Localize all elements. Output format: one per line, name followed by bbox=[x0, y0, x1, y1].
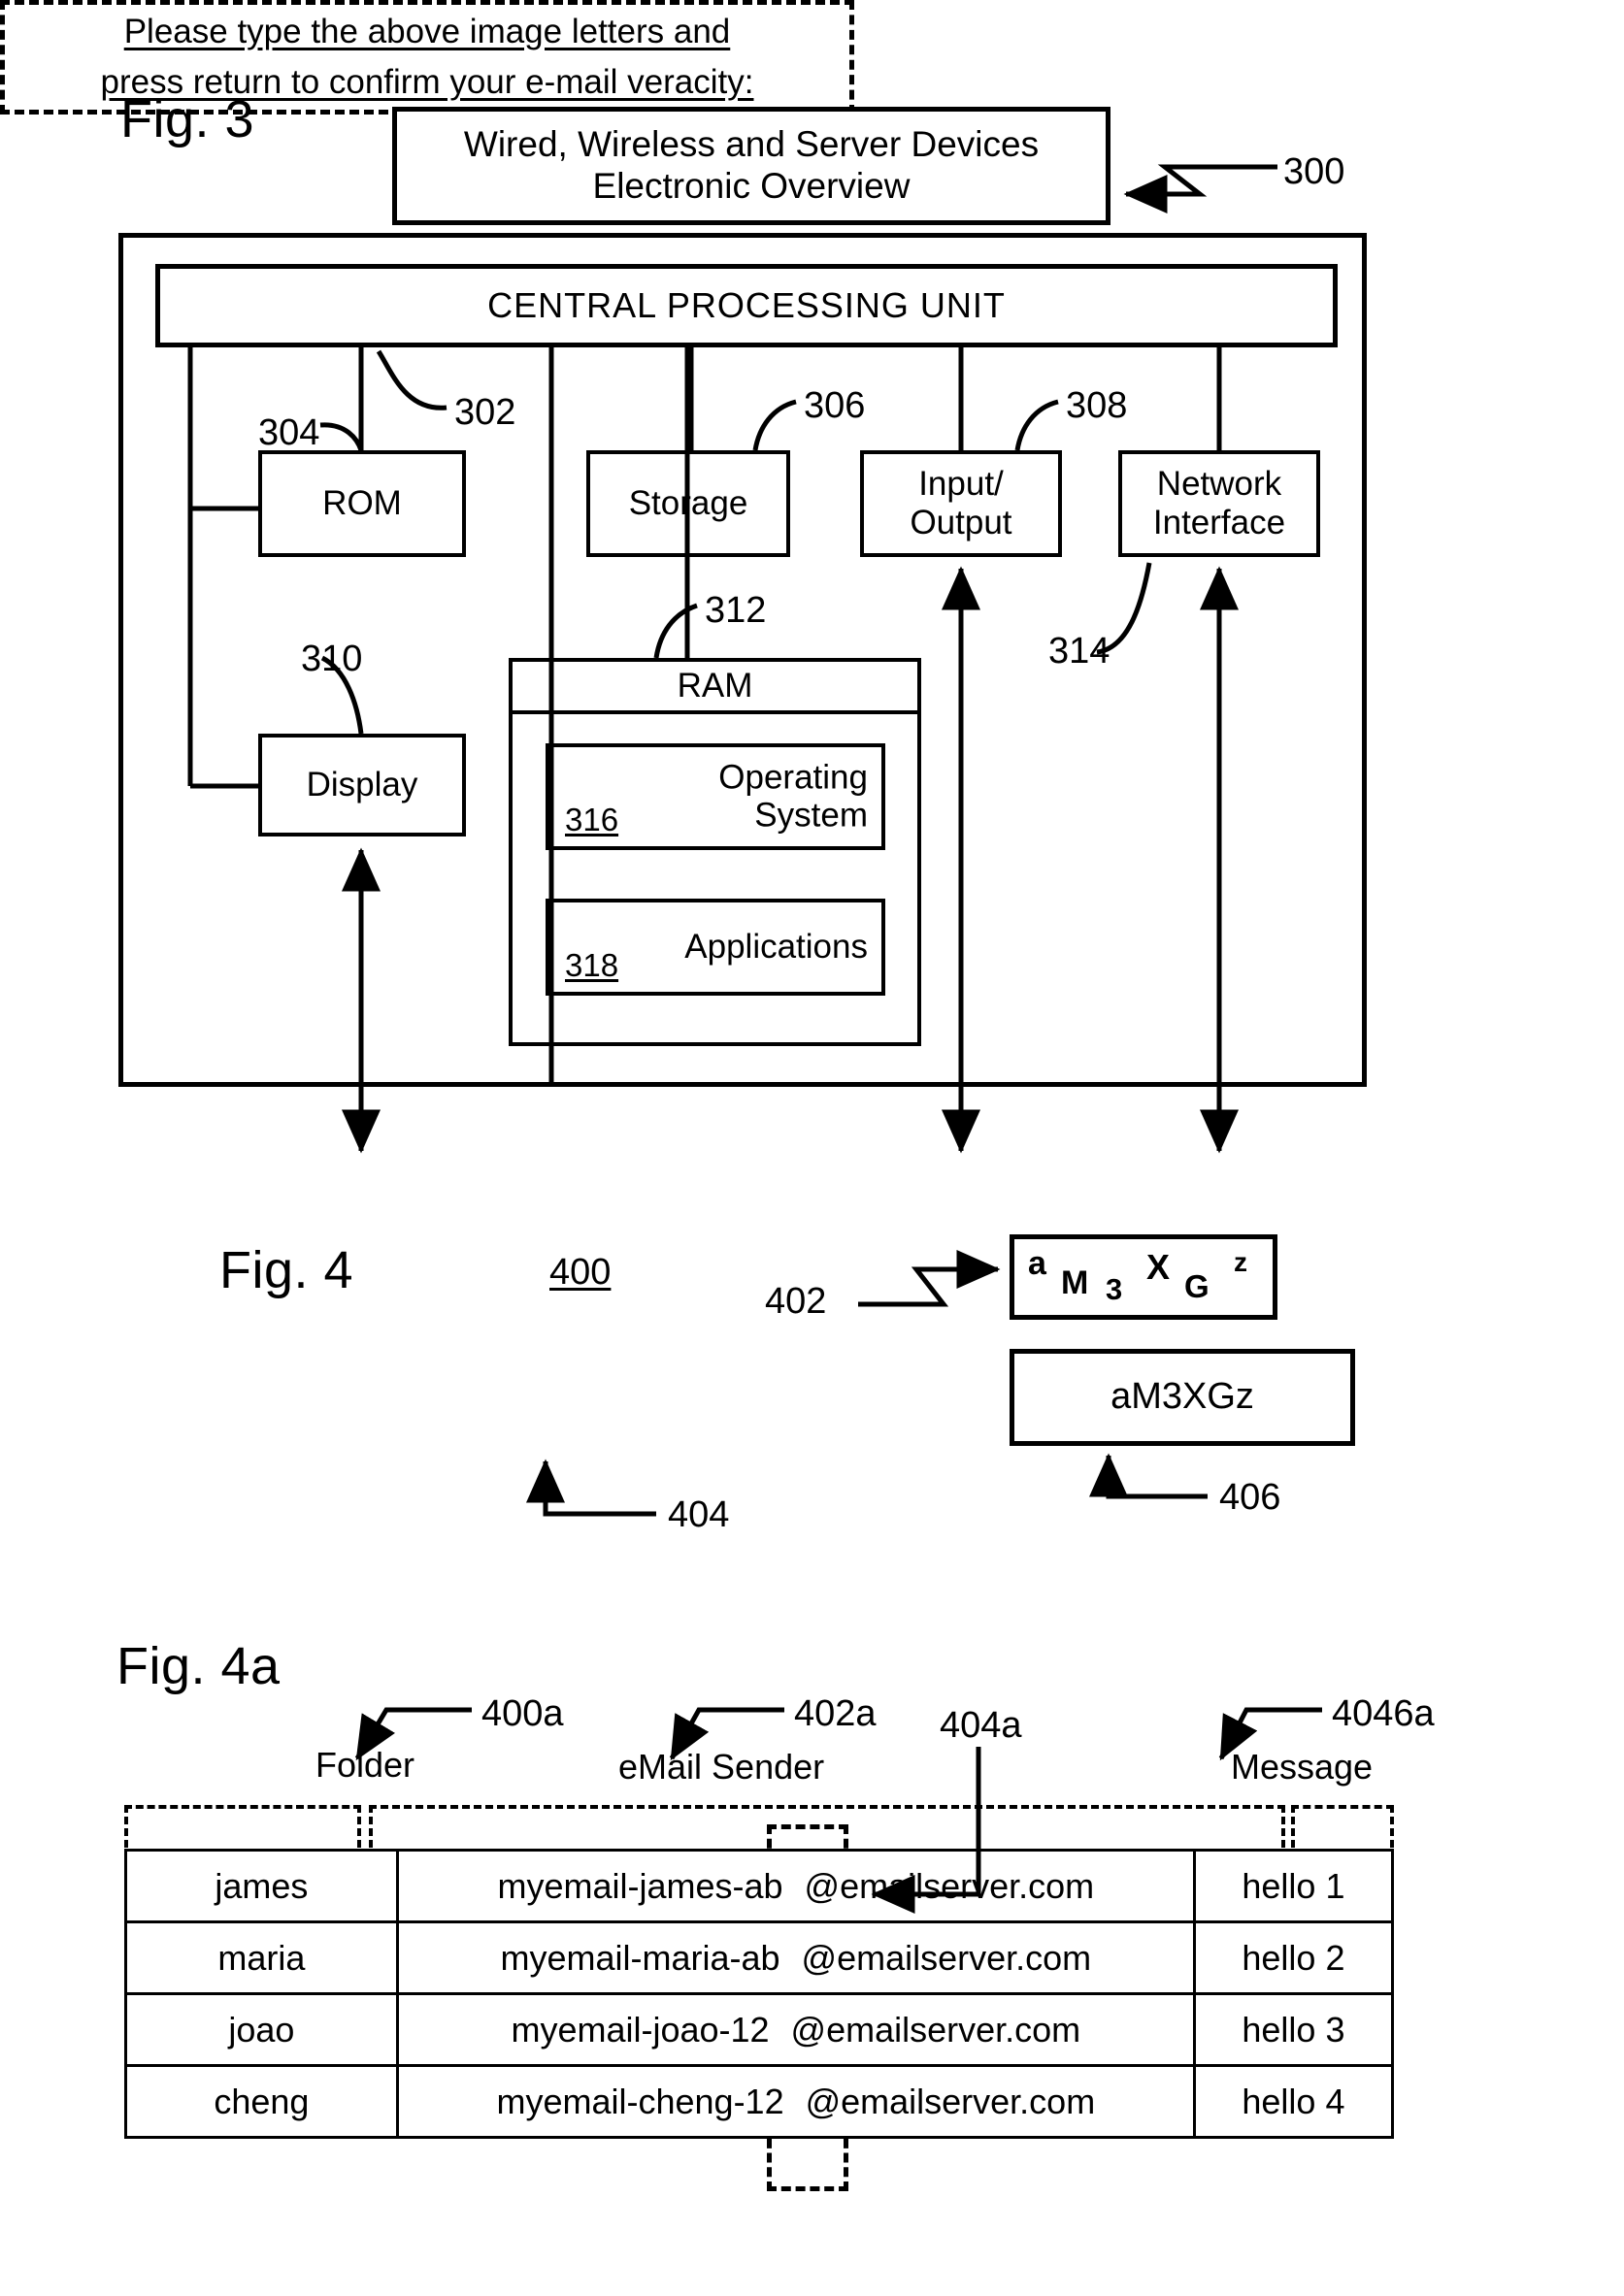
cell-folder: maria bbox=[124, 1920, 399, 1995]
fig3-ref-306: 306 bbox=[804, 385, 866, 426]
display-label: Display bbox=[306, 765, 418, 804]
fig3-ref-302: 302 bbox=[454, 392, 516, 433]
fig3-ref-310: 310 bbox=[301, 639, 363, 679]
fig3-ref-304: 304 bbox=[258, 412, 320, 453]
email-domain-part: @emailserver.com bbox=[801, 1937, 1092, 1978]
fig4-ref-406: 406 bbox=[1219, 1477, 1281, 1518]
leader-404 bbox=[526, 1459, 656, 1517]
fig4a-header-sender: eMail Sender bbox=[618, 1747, 825, 1787]
leader-402 bbox=[858, 1250, 1001, 1307]
os-label: Operating System bbox=[718, 758, 868, 835]
fig3-figure-label: Fig. 3 bbox=[120, 90, 255, 148]
cell-message: hello 1 bbox=[1192, 1849, 1395, 1923]
leader-406 bbox=[1089, 1453, 1208, 1499]
fig4a-ref-402a: 402a bbox=[794, 1693, 877, 1734]
io-label-line2: Output bbox=[910, 504, 1012, 541]
net-label-line1: Network bbox=[1156, 464, 1282, 503]
email-local-part: myemail-maria bbox=[500, 1937, 730, 1978]
fig4-figure-label: Fig. 4 bbox=[219, 1241, 354, 1299]
table-row: joao myemail-joao -12 @emailserver.com hello… bbox=[124, 1992, 1395, 2067]
cpu-label: CENTRAL PROCESSING UNIT bbox=[487, 285, 1006, 326]
fig4a-bracket-message bbox=[1291, 1805, 1394, 1848]
cell-message: hello 3 bbox=[1192, 1992, 1395, 2067]
fig3-title-line1: Wired, Wireless and Server Devices bbox=[463, 124, 1040, 165]
email-tag-part: -12 bbox=[718, 2009, 770, 2050]
os-label-line1: Operating bbox=[718, 758, 868, 797]
cell-email-sender: myemail-maria -ab @emailserver.com bbox=[395, 1920, 1196, 1995]
leader-300 bbox=[1123, 164, 1277, 213]
fig4a-email-table: james myemail-james -ab @emailserver.com hel… bbox=[124, 1849, 1395, 2139]
captcha-image-box: aM3XGz bbox=[1010, 1234, 1277, 1320]
fig3-ref-308: 308 bbox=[1066, 385, 1128, 426]
fig4a-ref-400a: 400a bbox=[481, 1693, 564, 1734]
email-domain-part: @emailserver.com bbox=[805, 2081, 1096, 2121]
email-local-part: myemail-james bbox=[497, 1865, 733, 1906]
storage-label: Storage bbox=[628, 483, 748, 522]
fig3-ref-300: 300 bbox=[1283, 151, 1345, 192]
fig4a-figure-label: Fig. 4a bbox=[116, 1637, 281, 1695]
fig4a-ref-4046a: 4046a bbox=[1332, 1693, 1435, 1734]
os-label-line2: System bbox=[754, 796, 868, 834]
operating-system-box: 316 Operating System bbox=[546, 743, 885, 850]
captcha-char-2: 3 bbox=[1106, 1272, 1123, 1306]
cell-email-sender: myemail-cheng -12 @emailserver.com bbox=[395, 2064, 1196, 2139]
patent-figure-sheet: Fig. 3 Wired, Wireless and Server Device… bbox=[0, 0, 1624, 2296]
email-tag-part: -ab bbox=[732, 1865, 783, 1906]
cell-message: hello 2 bbox=[1192, 1920, 1395, 1995]
os-ref-316: 316 bbox=[565, 802, 619, 837]
storage-box: Storage bbox=[586, 450, 790, 557]
email-local-part: myemail-cheng bbox=[496, 2081, 734, 2121]
captcha-char-1: M bbox=[1061, 1264, 1089, 1301]
captcha-characters: aM3XGz bbox=[1014, 1239, 1273, 1315]
fig4a-header-message: Message bbox=[1231, 1747, 1374, 1787]
cell-email-sender: myemail-joao -12 @emailserver.com bbox=[395, 1992, 1196, 2067]
fig3-ref-314: 314 bbox=[1048, 631, 1110, 672]
cell-email-sender: myemail-james -ab @emailserver.com bbox=[395, 1849, 1196, 1923]
captcha-char-4: G bbox=[1184, 1268, 1210, 1304]
cell-folder: joao bbox=[124, 1992, 399, 2067]
ram-header: RAM bbox=[513, 662, 917, 714]
fig3-title-line2: Electronic Overview bbox=[592, 166, 911, 206]
captcha-answer-field[interactable]: aM3XGz bbox=[1010, 1349, 1355, 1446]
email-tag-part: -12 bbox=[733, 2081, 784, 2121]
email-domain-part: @emailserver.com bbox=[804, 1865, 1095, 1906]
cell-message: hello 4 bbox=[1192, 2064, 1395, 2139]
email-tag-part: -ab bbox=[729, 1937, 780, 1978]
fig4-ref-404: 404 bbox=[668, 1494, 730, 1535]
table-row: cheng myemail-cheng -12 @emailserver.com hel… bbox=[124, 2064, 1395, 2139]
display-box: Display bbox=[258, 734, 466, 836]
applications-label: Applications bbox=[684, 927, 868, 966]
cpu-box: CENTRAL PROCESSING UNIT bbox=[155, 264, 1338, 347]
fig4a-ref-404a: 404a bbox=[940, 1705, 1022, 1746]
captcha-char-5: z bbox=[1234, 1247, 1247, 1277]
network-interface-box: Network Interface bbox=[1118, 450, 1320, 557]
captcha-answer-value: aM3XGz bbox=[1110, 1376, 1254, 1418]
input-output-box: Input/ Output bbox=[860, 450, 1062, 557]
applications-box: 318 Applications bbox=[546, 899, 885, 996]
email-domain-part: @emailserver.com bbox=[790, 2009, 1081, 2050]
cell-folder: james bbox=[124, 1849, 399, 1923]
fig4a-header-folder: Folder bbox=[315, 1745, 415, 1785]
email-local-part: myemail-joao bbox=[511, 2009, 719, 2050]
table-row: james myemail-james -ab @emailserver.com hel… bbox=[124, 1849, 1395, 1923]
rom-box: ROM bbox=[258, 450, 466, 557]
app-ref-318: 318 bbox=[565, 947, 619, 983]
cell-folder: cheng bbox=[124, 2064, 399, 2139]
captcha-char-3: X bbox=[1146, 1247, 1171, 1287]
captcha-prompt-line1: Please type the above image letters and bbox=[123, 12, 731, 50]
io-label-line1: Input/ bbox=[918, 464, 1004, 503]
fig4-ref-402: 402 bbox=[765, 1281, 827, 1322]
fig3-title-box: Wired, Wireless and Server Devices Elect… bbox=[392, 107, 1110, 225]
table-row: maria myemail-maria -ab @emailserver.com hel… bbox=[124, 1920, 1395, 1995]
captcha-char-0: a bbox=[1028, 1245, 1046, 1282]
ram-label: RAM bbox=[677, 667, 753, 705]
net-label-line2: Interface bbox=[1152, 504, 1286, 541]
fig4-ref-400: 400 bbox=[549, 1252, 612, 1293]
rom-label: ROM bbox=[322, 483, 402, 522]
fig3-ref-312: 312 bbox=[705, 590, 767, 631]
fig4a-bracket-folder bbox=[124, 1805, 361, 1848]
